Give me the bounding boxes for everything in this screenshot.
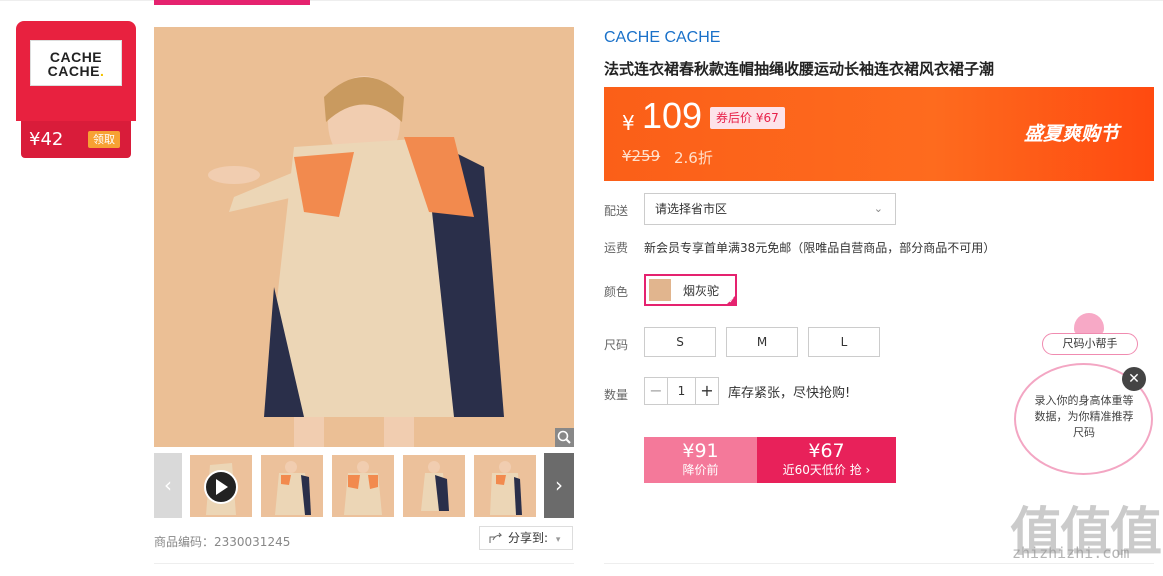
coupon-card[interactable]: CACHE CACHE. ¥42 领取 [16, 21, 136, 158]
product-code: 商品编码：2330031245 [154, 535, 291, 549]
thumbnail-image[interactable] [261, 455, 323, 517]
currency-symbol: ¥ [622, 111, 635, 135]
color-label: 颜色 [604, 285, 629, 299]
chevron-down-icon: ▾ [555, 535, 561, 545]
delivery-label: 配送 [604, 204, 629, 218]
coupon-bottom: ¥42 领取 [21, 121, 131, 158]
product-title: 法式连衣裙春秋款连帽抽绳收腰运动长袖连衣裙风衣裙子潮 [604, 60, 995, 78]
checkmark-icon: ✓ [728, 296, 735, 305]
original-price: ¥259 [622, 147, 661, 165]
price-panel: ¥ 109 券后价 ¥67 ¥259 2.6折 盛夏爽购节 [604, 87, 1154, 181]
watermark-url: zhizhizhi.com [1012, 544, 1130, 562]
quantity-input[interactable]: 1 [667, 377, 696, 405]
color-swatch [649, 279, 671, 301]
size-option-l[interactable]: L [808, 327, 880, 357]
price-before-drop: ¥91 降价前 [644, 437, 757, 483]
chevron-down-icon: ⌄ [873, 202, 883, 215]
thumbnail-video[interactable] [190, 455, 252, 517]
discount-rate: 2.6折 [674, 149, 713, 167]
brand-link[interactable]: CACHE CACHE [604, 29, 720, 47]
quantity-increment-button[interactable]: + [695, 377, 719, 405]
color-option-label: 烟灰驼 [683, 284, 720, 298]
region-select[interactable]: 请选择省市区 ⌄ [644, 193, 896, 225]
after-coupon-badge: 券后价 ¥67 [710, 107, 785, 129]
size-option-m[interactable]: M [726, 327, 798, 357]
size-helper-tag[interactable]: 尺码小帮手 [1042, 333, 1138, 355]
share-label: 分享到: [508, 531, 549, 545]
claim-coupon-button[interactable]: 领取 [88, 131, 120, 148]
share-icon [489, 532, 503, 543]
main-product-image[interactable] [154, 27, 574, 447]
region-placeholder: 请选择省市区 [655, 202, 728, 216]
quantity-label: 数量 [604, 388, 629, 402]
logo-line-2: CACHE. [47, 63, 105, 79]
share-button[interactable]: 分享到: ▾ [479, 526, 573, 550]
thumbnail-image[interactable] [332, 455, 394, 517]
thumbnail-image[interactable] [474, 455, 536, 517]
coupon-top: CACHE CACHE. [16, 21, 136, 121]
divider [154, 563, 574, 564]
size-helper-text: 录入你的身高体重等数据，为你精准推荐尺码 [1034, 394, 1134, 439]
thumbnail-strip: ‹ › [154, 453, 574, 518]
low-price-label: 近60天低价 抢 › [782, 463, 871, 477]
coupon-amount: ¥42 [29, 129, 64, 150]
thumbnail-image[interactable] [403, 455, 465, 517]
model-illustration [154, 27, 574, 447]
active-tab-indicator [154, 0, 310, 5]
promo-title: 盛夏爽购节 [1024, 123, 1120, 145]
shipping-info: 新会员专享首单满38元免邮（限唯品自营商品，部分商品不可用） [644, 241, 996, 255]
thumbnail-next-button[interactable]: › [544, 453, 574, 518]
logo-line-1: CACHE [49, 49, 103, 65]
shipping-label: 运费 [604, 241, 629, 255]
before-price: ¥91 [682, 440, 719, 462]
before-label: 降价前 [682, 463, 719, 477]
size-option-s[interactable]: S [644, 327, 716, 357]
zoom-icon[interactable] [555, 428, 574, 447]
mascot-icon [1074, 313, 1104, 335]
thumbnail-prev-button[interactable]: ‹ [154, 453, 182, 518]
size-label: 尺码 [604, 338, 629, 352]
close-icon[interactable]: ✕ [1122, 367, 1146, 391]
low-price: ¥67 [808, 440, 845, 462]
color-option-selected[interactable]: 烟灰驼 ✓ [644, 274, 737, 306]
brand-logo: CACHE CACHE. [30, 40, 122, 86]
current-price: 109 [642, 95, 703, 136]
stock-note: 库存紧张，尽快抢购! [728, 386, 851, 401]
quantity-decrement-button[interactable]: − [644, 377, 668, 405]
buy-now-button[interactable]: ¥67 近60天低价 抢 › [757, 437, 896, 483]
